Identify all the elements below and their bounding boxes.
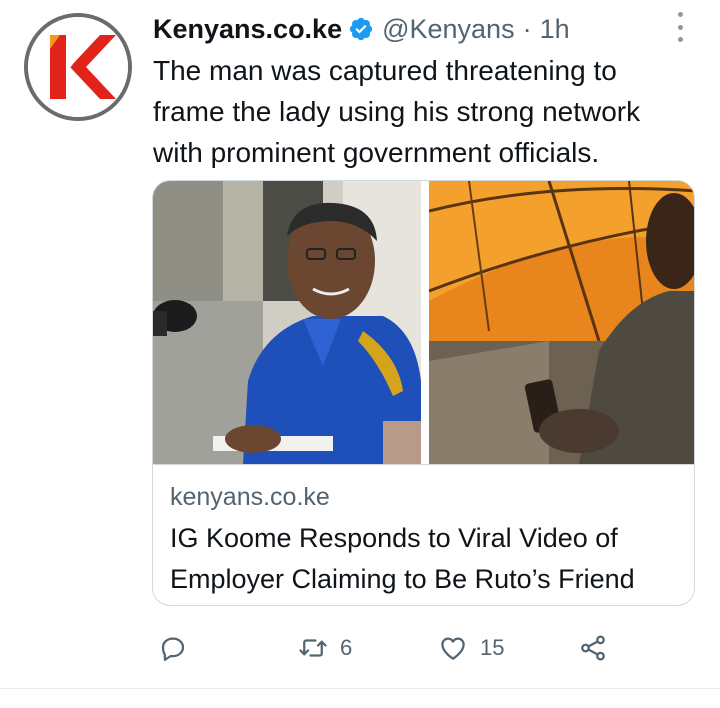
card-body[interactable]: kenyans.co.ke IG Koome Responds to Viral… — [153, 464, 694, 605]
share-icon — [578, 633, 608, 663]
reply-button[interactable] — [158, 628, 200, 668]
card-domain: kenyans.co.ke — [170, 483, 330, 511]
police-officer-photo — [153, 181, 421, 464]
like-count: 15 — [480, 635, 505, 660]
retweet-button[interactable]: 6 — [298, 628, 352, 668]
divider — [0, 688, 720, 689]
video-still-photo — [429, 181, 694, 464]
reply-icon — [158, 633, 188, 663]
card-title[interactable]: IG Koome Responds to Viral Video of Empl… — [170, 518, 685, 600]
share-button[interactable] — [578, 628, 608, 668]
display-name[interactable]: Kenyans.co.ke — [153, 14, 342, 45]
tweet-text: The man was captured threatening to fram… — [153, 55, 641, 168]
timestamp[interactable]: 1h — [540, 14, 570, 45]
separator-dot: · — [522, 13, 532, 44]
link-card[interactable]: kenyans.co.ke IG Koome Responds to Viral… — [152, 180, 695, 606]
action-bar: 6 15 — [152, 628, 692, 668]
tweet[interactable]: Kenyans.co.ke @Kenyans · 1h The man was … — [0, 0, 720, 708]
avatar[interactable] — [24, 13, 132, 121]
like-button[interactable]: 15 — [438, 628, 504, 668]
tweet-header: Kenyans.co.ke @Kenyans · 1h — [153, 9, 570, 49]
heart-icon — [438, 633, 468, 663]
more-vertical-icon[interactable] — [674, 12, 686, 42]
retweet-icon — [298, 633, 328, 663]
card-media[interactable] — [153, 181, 694, 464]
kenyans-logo — [28, 17, 128, 117]
retweet-count: 6 — [340, 635, 353, 660]
handle[interactable]: @Kenyans — [382, 14, 514, 45]
verified-badge-icon — [348, 16, 374, 42]
